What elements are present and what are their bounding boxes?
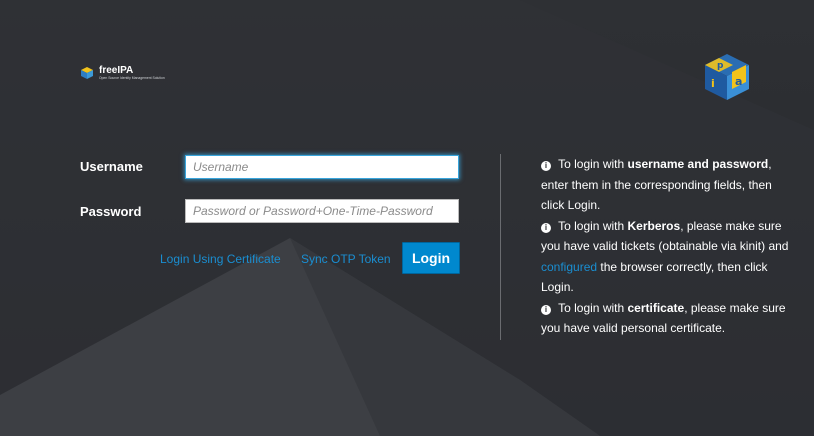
login-button[interactable]: Login (402, 242, 460, 274)
freeipa-logo-mini-icon (81, 67, 93, 79)
brand-header: freeIPA Open Source Identity Management … (80, 66, 165, 80)
vertical-divider (500, 154, 501, 340)
info-icon: i (541, 161, 551, 171)
help-kerberos: i To login with Kerberos, please make su… (541, 218, 789, 294)
brand-name: freeIPA (99, 65, 134, 76)
brand-text: freeIPA Open Source Identity Management … (99, 65, 165, 81)
help-password: i To login with username and password, e… (541, 157, 772, 212)
svg-text:p: p (717, 61, 724, 71)
username-input[interactable] (185, 155, 459, 179)
freeipa-logo-cube-icon: p i a (705, 54, 749, 100)
login-help-panel: i To login with username and password, e… (541, 154, 797, 339)
password-input[interactable] (185, 199, 459, 223)
help-certificate: i To login with certificate, please make… (541, 300, 786, 335)
login-certificate-link[interactable]: Login Using Certificate (160, 252, 281, 266)
brand-tagline: Open Source Identity Management Solution (99, 76, 165, 80)
configured-link[interactable]: configured (541, 260, 597, 274)
svg-text:i: i (711, 77, 715, 90)
info-icon: i (541, 304, 551, 315)
sync-otp-link[interactable]: Sync OTP Token (301, 252, 391, 266)
username-label: Username (80, 159, 143, 174)
svg-text:a: a (735, 75, 742, 88)
password-label: Password (80, 204, 142, 219)
info-icon: i (541, 222, 551, 233)
